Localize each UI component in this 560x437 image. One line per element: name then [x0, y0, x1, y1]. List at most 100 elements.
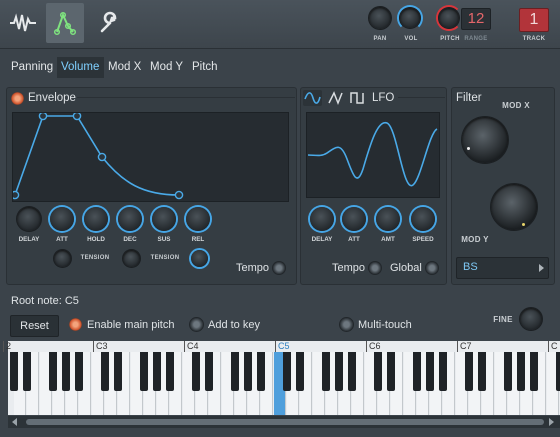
octave-label: C6: [366, 341, 381, 352]
lfo-shape-triangle[interactable]: [327, 90, 345, 106]
envelope-hold-knob[interactable]: [84, 207, 108, 231]
envelope-rel-knob[interactable]: [186, 207, 210, 231]
tension-knob-3[interactable]: [191, 250, 208, 267]
piano-black-key[interactable]: [10, 351, 18, 391]
keyboard-scrollbar[interactable]: [8, 416, 560, 428]
lfo-shape-sine[interactable]: [303, 90, 322, 106]
scroll-left-icon[interactable]: [12, 418, 17, 426]
envelope-icon: [53, 11, 77, 36]
root-note-label: Root note: C5: [11, 295, 79, 307]
scroll-thumb[interactable]: [26, 419, 544, 425]
square-wave-icon: [350, 92, 364, 104]
tab-panning[interactable]: Panning: [11, 59, 53, 76]
piano-black-key[interactable]: [322, 351, 330, 391]
add-to-key-toggle[interactable]: [190, 318, 203, 331]
resonance-knob-indicator: [522, 223, 525, 226]
filter-resonance-knob[interactable]: [491, 184, 537, 230]
fine-knob[interactable]: [520, 308, 542, 330]
tab-wave[interactable]: [4, 3, 42, 43]
piano-black-key[interactable]: [439, 351, 447, 391]
piano-keyboard[interactable]: 2 C3 C4 C5 C6 C7 C: [3, 341, 560, 415]
octave-label: C7: [457, 341, 472, 352]
reset-button[interactable]: Reset: [10, 315, 59, 337]
filter-cutoff-knob[interactable]: [462, 117, 508, 163]
mod-y-label: MOD Y: [461, 235, 489, 244]
filter-type-value: BS: [463, 261, 478, 273]
piano-black-key[interactable]: [530, 351, 538, 391]
mod-x-label: MOD X: [502, 101, 530, 110]
lfo-global-label: Global: [390, 262, 422, 274]
multi-touch-toggle[interactable]: [340, 318, 353, 331]
lfo-speed-knob[interactable]: [411, 207, 435, 231]
piano-black-key[interactable]: [140, 351, 148, 391]
piano-black-key[interactable]: [231, 351, 239, 391]
piano-black-key[interactable]: [283, 351, 291, 391]
piano-black-key[interactable]: [335, 351, 343, 391]
envelope-rel-label: REL: [191, 236, 205, 243]
lfo-speed-label: SPEED: [412, 236, 434, 243]
lfo-title-divider: [398, 97, 445, 98]
lfo-shape-square[interactable]: [349, 90, 367, 106]
envelope-delay-knob[interactable]: [17, 207, 41, 231]
lfo-title: LFO: [372, 92, 395, 104]
range-display[interactable]: 12: [461, 8, 491, 30]
piano-black-key[interactable]: [504, 351, 512, 391]
tab-mod-y[interactable]: Mod Y: [150, 59, 183, 76]
scroll-right-icon[interactable]: [549, 418, 554, 426]
piano-black-key[interactable]: [23, 351, 31, 391]
tension-label-2: TENSION: [150, 255, 180, 261]
track-display[interactable]: 1: [519, 8, 549, 32]
chevron-right-icon: [539, 264, 544, 272]
multi-touch-label: Multi-touch: [358, 319, 412, 331]
piano-black-key[interactable]: [517, 351, 525, 391]
envelope-enable-toggle[interactable]: [11, 92, 24, 105]
lfo-att-knob[interactable]: [342, 207, 366, 231]
piano-black-key[interactable]: [257, 351, 265, 391]
piano-black-key[interactable]: [62, 351, 70, 391]
piano-black-key[interactable]: [205, 351, 213, 391]
filter-type-select[interactable]: BS: [456, 257, 549, 279]
piano-black-key[interactable]: [413, 351, 421, 391]
piano-black-key[interactable]: [374, 351, 382, 391]
envelope-att-knob[interactable]: [50, 207, 74, 231]
lfo-delay-knob[interactable]: [310, 207, 334, 231]
piano-black-key[interactable]: [348, 351, 356, 391]
envelope-sus-knob[interactable]: [152, 207, 176, 231]
vol-knob[interactable]: [400, 8, 420, 28]
piano-black-key[interactable]: [478, 351, 486, 391]
pitch-knob[interactable]: [439, 8, 459, 28]
piano-black-key[interactable]: [101, 351, 109, 391]
piano-black-key[interactable]: [75, 351, 83, 391]
tab-envelope[interactable]: [46, 3, 84, 43]
tension-knob-1[interactable]: [54, 250, 71, 267]
lfo-graph[interactable]: [306, 112, 440, 198]
tab-volume[interactable]: Volume: [61, 59, 99, 76]
piano-black-key[interactable]: [426, 351, 434, 391]
piano-black-key[interactable]: [296, 351, 304, 391]
piano-black-key[interactable]: [49, 351, 57, 391]
lfo-amt-knob[interactable]: [376, 207, 400, 231]
piano-black-key[interactable]: [114, 351, 122, 391]
lfo-tempo-label: Tempo: [332, 262, 366, 274]
lfo-tempo-toggle[interactable]: [369, 262, 381, 274]
piano-black-key[interactable]: [153, 351, 161, 391]
envelope-graph[interactable]: [10, 111, 289, 202]
tab-pitch[interactable]: Pitch: [192, 59, 218, 76]
piano-black-key[interactable]: [166, 351, 174, 391]
tension-knob-2[interactable]: [123, 250, 140, 267]
triangle-wave-icon: [328, 91, 343, 106]
lfo-global-toggle[interactable]: [426, 262, 438, 274]
enable-main-pitch-label: Enable main pitch: [87, 319, 175, 331]
piano-black-key[interactable]: [244, 351, 252, 391]
piano-black-key[interactable]: [465, 351, 473, 391]
piano-black-key[interactable]: [387, 351, 395, 391]
tab-settings[interactable]: [90, 3, 128, 43]
pan-knob[interactable]: [369, 7, 391, 29]
piano-black-key[interactable]: [192, 351, 200, 391]
envelope-tempo-toggle[interactable]: [273, 262, 285, 274]
cutoff-knob-indicator: [467, 147, 470, 150]
enable-main-pitch-toggle[interactable]: [69, 318, 82, 331]
piano-black-key[interactable]: [556, 351, 560, 391]
tab-mod-x[interactable]: Mod X: [108, 59, 141, 76]
envelope-dec-knob[interactable]: [118, 207, 142, 231]
